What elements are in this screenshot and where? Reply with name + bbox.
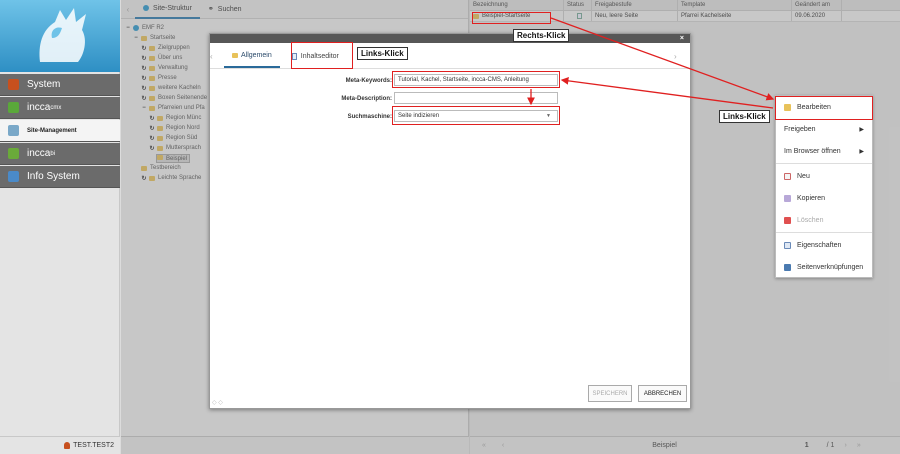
arrow-row-to-menu xyxy=(550,17,775,101)
annotation-arrows xyxy=(527,17,775,109)
arrow-menu-to-keywords xyxy=(560,76,774,109)
